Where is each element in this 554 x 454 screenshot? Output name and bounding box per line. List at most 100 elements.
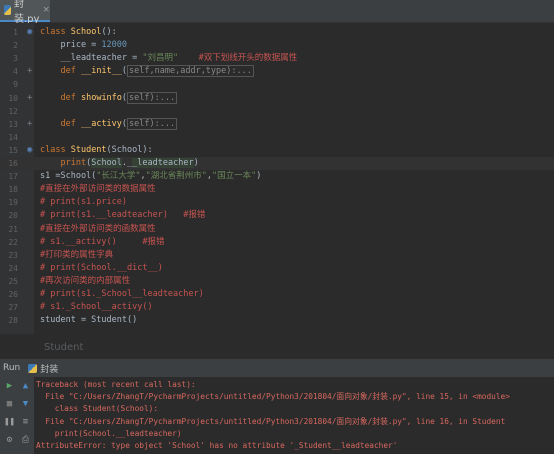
code-text: # s1._School__activy() xyxy=(40,301,153,314)
line-number: 16 xyxy=(8,159,18,168)
line-number: 10 xyxy=(8,93,18,103)
code-token: #双下划线开头的数据属性 xyxy=(198,53,298,64)
line-number: 18 xyxy=(8,185,18,195)
code-token: School xyxy=(70,27,102,37)
run-panel-title: Run xyxy=(3,363,21,373)
code-line[interactable]: 24 # print(School.__dict__) xyxy=(0,262,554,275)
code-line[interactable]: 9 xyxy=(0,78,554,91)
console-line: File "C:/Users/ZhangT/PycharmProjects/un… xyxy=(36,392,510,402)
code-text: __leadteacher = "刘昌明" #双下划线开头的数据属性 xyxy=(40,52,297,65)
code-line[interactable]: 4 + def __init__(self,name,addr,type):... xyxy=(0,65,554,78)
code-token: (School): xyxy=(106,144,153,155)
line-number: 26 xyxy=(8,290,18,299)
line-number: 13 xyxy=(8,119,18,129)
code-token: print xyxy=(60,158,87,168)
code-token: "国立一本" xyxy=(212,171,257,182)
code-line[interactable]: 20 # print(s1.__leadteacher) #报错 xyxy=(0,209,554,222)
code-text: def __activy(self):... xyxy=(40,117,178,131)
wrap-icon[interactable]: ≡ xyxy=(20,417,31,428)
run-side-toolbar: ▶ ▲ ■ ▼ ❚❚ ≡ ⚙ ⎙ xyxy=(0,377,34,454)
code-line[interactable]: 10 + def showinfo(self):... xyxy=(0,91,554,105)
run-tab-label[interactable]: 封装 xyxy=(40,362,58,375)
code-token: # print(s1._School__leadteacher) xyxy=(40,289,204,299)
code-token: #再次访问类的内部属性 xyxy=(40,275,131,286)
code-token: __leadteacher = xyxy=(40,53,143,64)
code-text: price = 12000 xyxy=(40,39,127,52)
code-line[interactable]: 19 # print(s1.price) xyxy=(0,196,554,209)
fold-expand-icon[interactable]: + xyxy=(27,92,32,105)
code-line[interactable]: 27 # s1._School__activy() xyxy=(0,301,554,314)
code-text: # print(s1._School__leadteacher) xyxy=(40,288,204,301)
code-token: student = Student() xyxy=(40,315,138,326)
code-text: #直接在外部访问类的函数属性 xyxy=(40,223,156,236)
fold-expand-icon[interactable]: + xyxy=(27,118,32,131)
code-editor[interactable]: 1 ◉ class School(): 2 price = 12000 3 __lead… xyxy=(0,23,554,334)
code-line[interactable]: 21 #直接在外部访问类的函数属性 xyxy=(0,223,554,236)
code-token: price = xyxy=(40,40,102,51)
settings-icon[interactable]: ⚙ xyxy=(4,435,15,446)
code-token: # print(s1.price) xyxy=(40,197,127,208)
rerun-icon[interactable]: ▶ xyxy=(4,381,15,392)
line-number: 9 xyxy=(13,80,18,90)
line-number: 4 xyxy=(13,67,18,77)
code-line[interactable]: 16 print(School.__leadteacher) xyxy=(0,157,554,170)
code-token: showinfo xyxy=(80,92,122,103)
code-line[interactable]: 17 s1 =School("长江大学","湖北省荆州市","国立一本") xyxy=(0,170,554,183)
line-number: 27 xyxy=(8,303,18,313)
code-token: # s1._School__activy() xyxy=(40,302,153,313)
code-token: _leadteacher xyxy=(132,158,194,168)
code-line[interactable]: 23 #打印类的属性字典 xyxy=(0,249,554,262)
code-text: # print(School.__dict__) xyxy=(40,262,163,275)
code-token: 12000 xyxy=(101,40,128,51)
breakpoint-gutter-icon[interactable]: ◉ xyxy=(27,144,32,157)
line-number: 14 xyxy=(8,132,18,142)
code-token: "湖北省荆州市" xyxy=(145,171,207,182)
code-token: class xyxy=(40,144,71,155)
stop-icon[interactable]: ■ xyxy=(4,399,15,410)
code-text: s1 =School("长江大学","湖北省荆州市","国立一本") xyxy=(40,170,261,183)
code-token: School xyxy=(91,158,122,168)
code-token: __activy xyxy=(80,118,122,129)
editor-tab-bar: 封装.py × xyxy=(0,0,554,25)
code-token: def xyxy=(60,66,81,77)
line-number: 22 xyxy=(8,237,18,247)
line-number: 3 xyxy=(13,54,18,64)
line-number: 23 xyxy=(8,250,18,260)
code-line[interactable]: 25 #再次访问类的内部属性 xyxy=(0,275,554,288)
line-number: 2 xyxy=(13,41,18,51)
scroll-up-icon[interactable]: ▲ xyxy=(20,381,31,392)
pause-icon[interactable]: ❚❚ xyxy=(4,417,15,428)
fold-expand-icon[interactable]: + xyxy=(27,65,32,78)
code-line[interactable]: 14 xyxy=(0,131,554,144)
code-line[interactable]: 15 ◉ class Student(School): xyxy=(0,144,554,157)
line-number: 25 xyxy=(8,276,18,286)
code-token: ._ xyxy=(121,158,133,168)
console-line: print(School.__leadteacher) xyxy=(36,428,182,438)
close-icon[interactable]: × xyxy=(42,5,50,15)
code-line[interactable]: 1 ◉ class School(): xyxy=(0,26,554,39)
code-text: #再次访问类的内部属性 xyxy=(40,275,130,288)
scroll-down-icon[interactable]: ▼ xyxy=(20,399,31,410)
code-line[interactable]: 28 student = Student() xyxy=(0,314,554,327)
code-token: def xyxy=(60,92,81,103)
code-line[interactable]: 2 price = 12000 xyxy=(0,39,554,52)
file-tab[interactable]: 封装.py × xyxy=(0,0,50,25)
code-line[interactable]: 3 __leadteacher = "刘昌明" #双下划线开头的数据属性 xyxy=(0,52,554,65)
code-line[interactable]: 22 # s1.__activy() #报错 xyxy=(0,236,554,249)
run-console[interactable]: Traceback (most recent call last): File … xyxy=(36,377,554,454)
code-token: # s1.__activy() #报错 xyxy=(40,236,165,247)
code-text: student = Student() xyxy=(40,314,137,327)
breakpoint-gutter-icon[interactable]: ◉ xyxy=(27,26,32,39)
print-icon[interactable]: ⎙ xyxy=(20,435,31,446)
code-text: print(School.__leadteacher) xyxy=(40,157,199,170)
code-token: __init__ xyxy=(80,66,122,77)
code-line[interactable]: 12 xyxy=(0,105,554,118)
line-number: 1 xyxy=(13,28,18,37)
code-line[interactable]: 13 + def __activy(self):... xyxy=(0,117,554,131)
code-token: (): xyxy=(101,27,117,37)
code-line[interactable]: 18 #直接在外部访问类的数据属性 xyxy=(0,183,554,196)
code-line[interactable]: 26 # print(s1._School__leadteacher) xyxy=(0,288,554,301)
